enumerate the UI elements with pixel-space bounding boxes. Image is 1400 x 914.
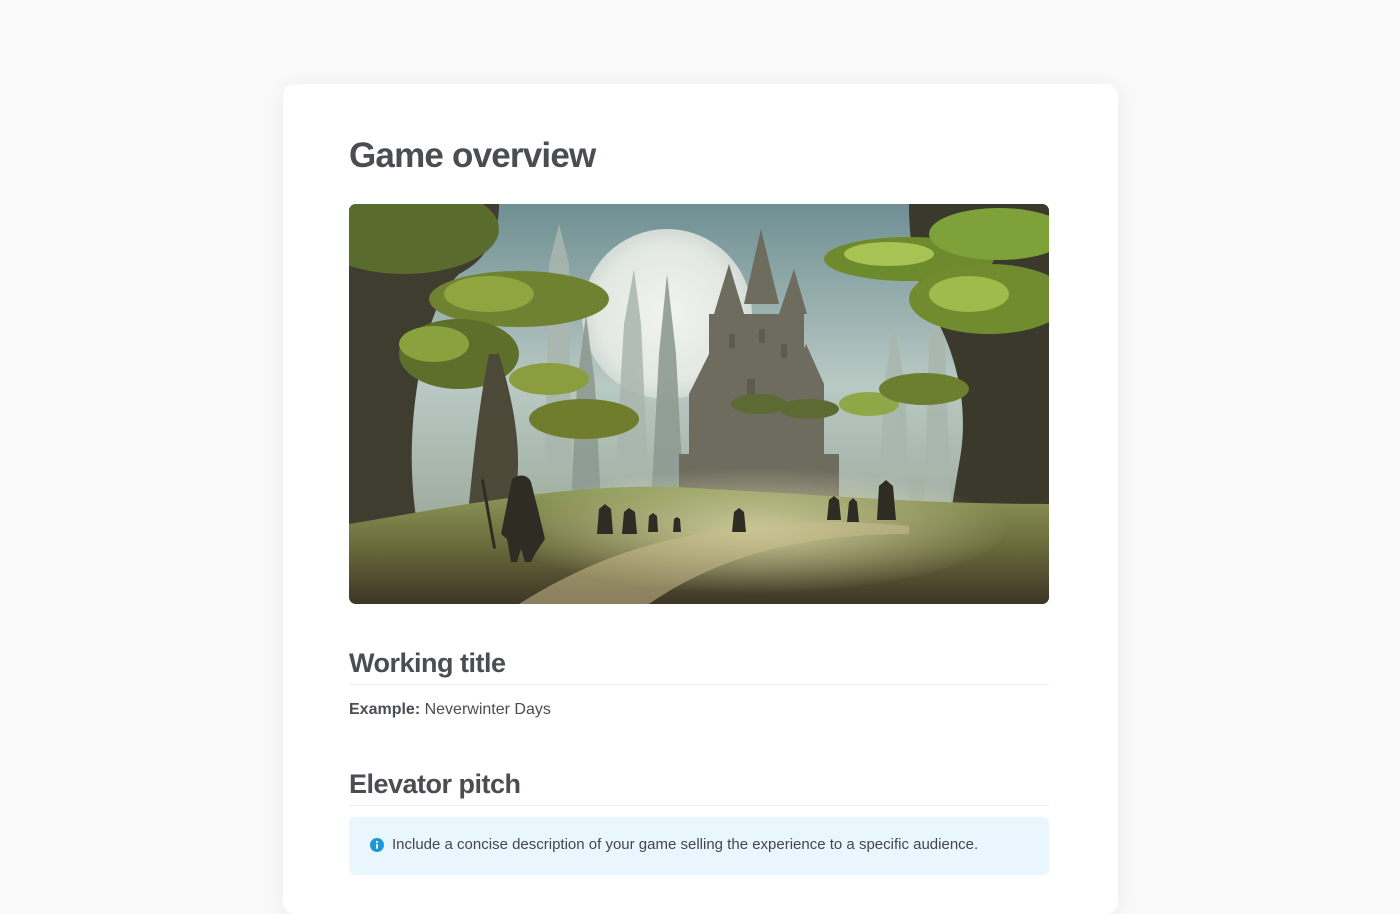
hero-image <box>349 204 1049 604</box>
callout-text: Include a concise description of your ga… <box>392 836 979 853</box>
fantasy-castle-illustration <box>349 204 1049 604</box>
working-title-example: Example: Neverwinter Days <box>349 698 551 722</box>
example-value: Neverwinter Days <box>424 701 551 718</box>
section-heading-elevator-pitch: Elevator pitch <box>349 767 1049 806</box>
example-label: Example: <box>349 701 421 718</box>
section-heading-working-title: Working title <box>349 646 1049 685</box>
document-card: Game overview Working title Example: Nev… <box>283 84 1118 914</box>
page-title: Game overview <box>349 136 596 175</box>
info-callout: Include a concise description of your ga… <box>349 817 1049 875</box>
info-icon <box>370 838 384 852</box>
